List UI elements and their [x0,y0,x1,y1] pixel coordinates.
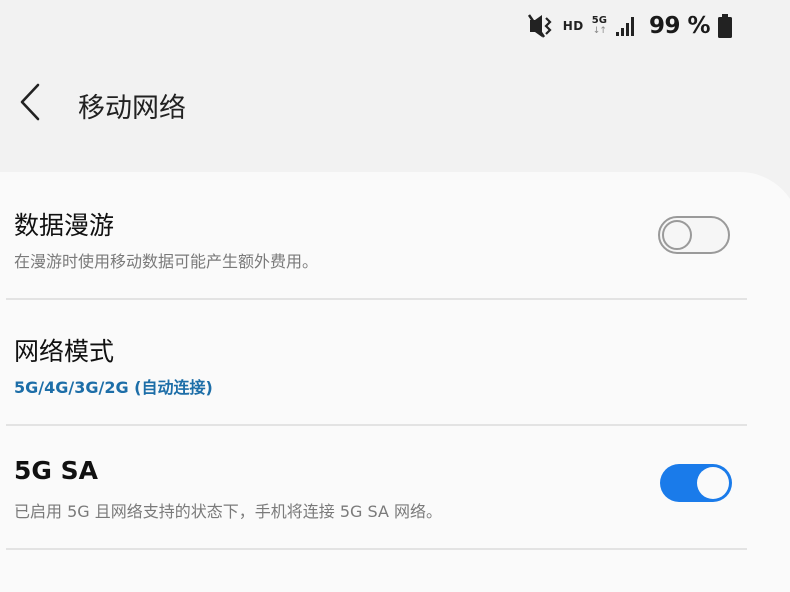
5g-sa-toggle[interactable] [660,464,732,502]
toggle-knob [662,220,692,250]
battery-icon [718,14,732,38]
data-roaming-toggle[interactable] [658,216,730,254]
setting-5g-sa[interactable]: 5G SA 已启用 5G 且网络支持的状态下，手机将连接 5G SA 网络。 [0,426,748,548]
setting-subtitle: 在漫游时使用移动数据可能产生额外费用。 [14,252,319,271]
network-type-label: 5G [591,15,607,26]
toggle-knob [697,467,729,499]
signal-strength-icon [615,17,634,36]
hd-voice-label: HD [562,19,584,33]
setting-title: 数据漫游 [14,211,115,240]
status-icons: HD 5G ↓↑ 99 % [527,10,732,42]
page-title: 移动网络 [78,93,186,124]
network-type: 5G ↓↑ [591,15,607,37]
battery-percentage: 99 % [648,13,711,39]
settings-card: 数据漫游 在漫游时使用移动数据可能产生额外费用。 网络模式 5G/4G/3G/2… [0,172,790,592]
setting-subtitle: 已启用 5G 且网络支持的状态下，手机将连接 5G SA 网络。 [14,502,442,521]
data-activity-icon: ↓↑ [592,26,607,36]
setting-title: 网络模式 [14,337,115,366]
app-header: 移动网络 [0,74,790,132]
setting-title: 5G SA [14,456,98,485]
status-bar: HD 5G ↓↑ 99 % [0,0,790,52]
setting-network-mode[interactable]: 网络模式 5G/4G/3G/2G (自动连接) [0,300,748,424]
divider [6,548,747,550]
network-mode-value: 5G/4G/3G/2G (自动连接) [14,378,213,397]
setting-data-roaming[interactable]: 数据漫游 在漫游时使用移动数据可能产生额外费用。 [0,172,748,298]
back-arrow-icon[interactable] [16,82,44,122]
vibrate-mute-icon [527,14,552,38]
